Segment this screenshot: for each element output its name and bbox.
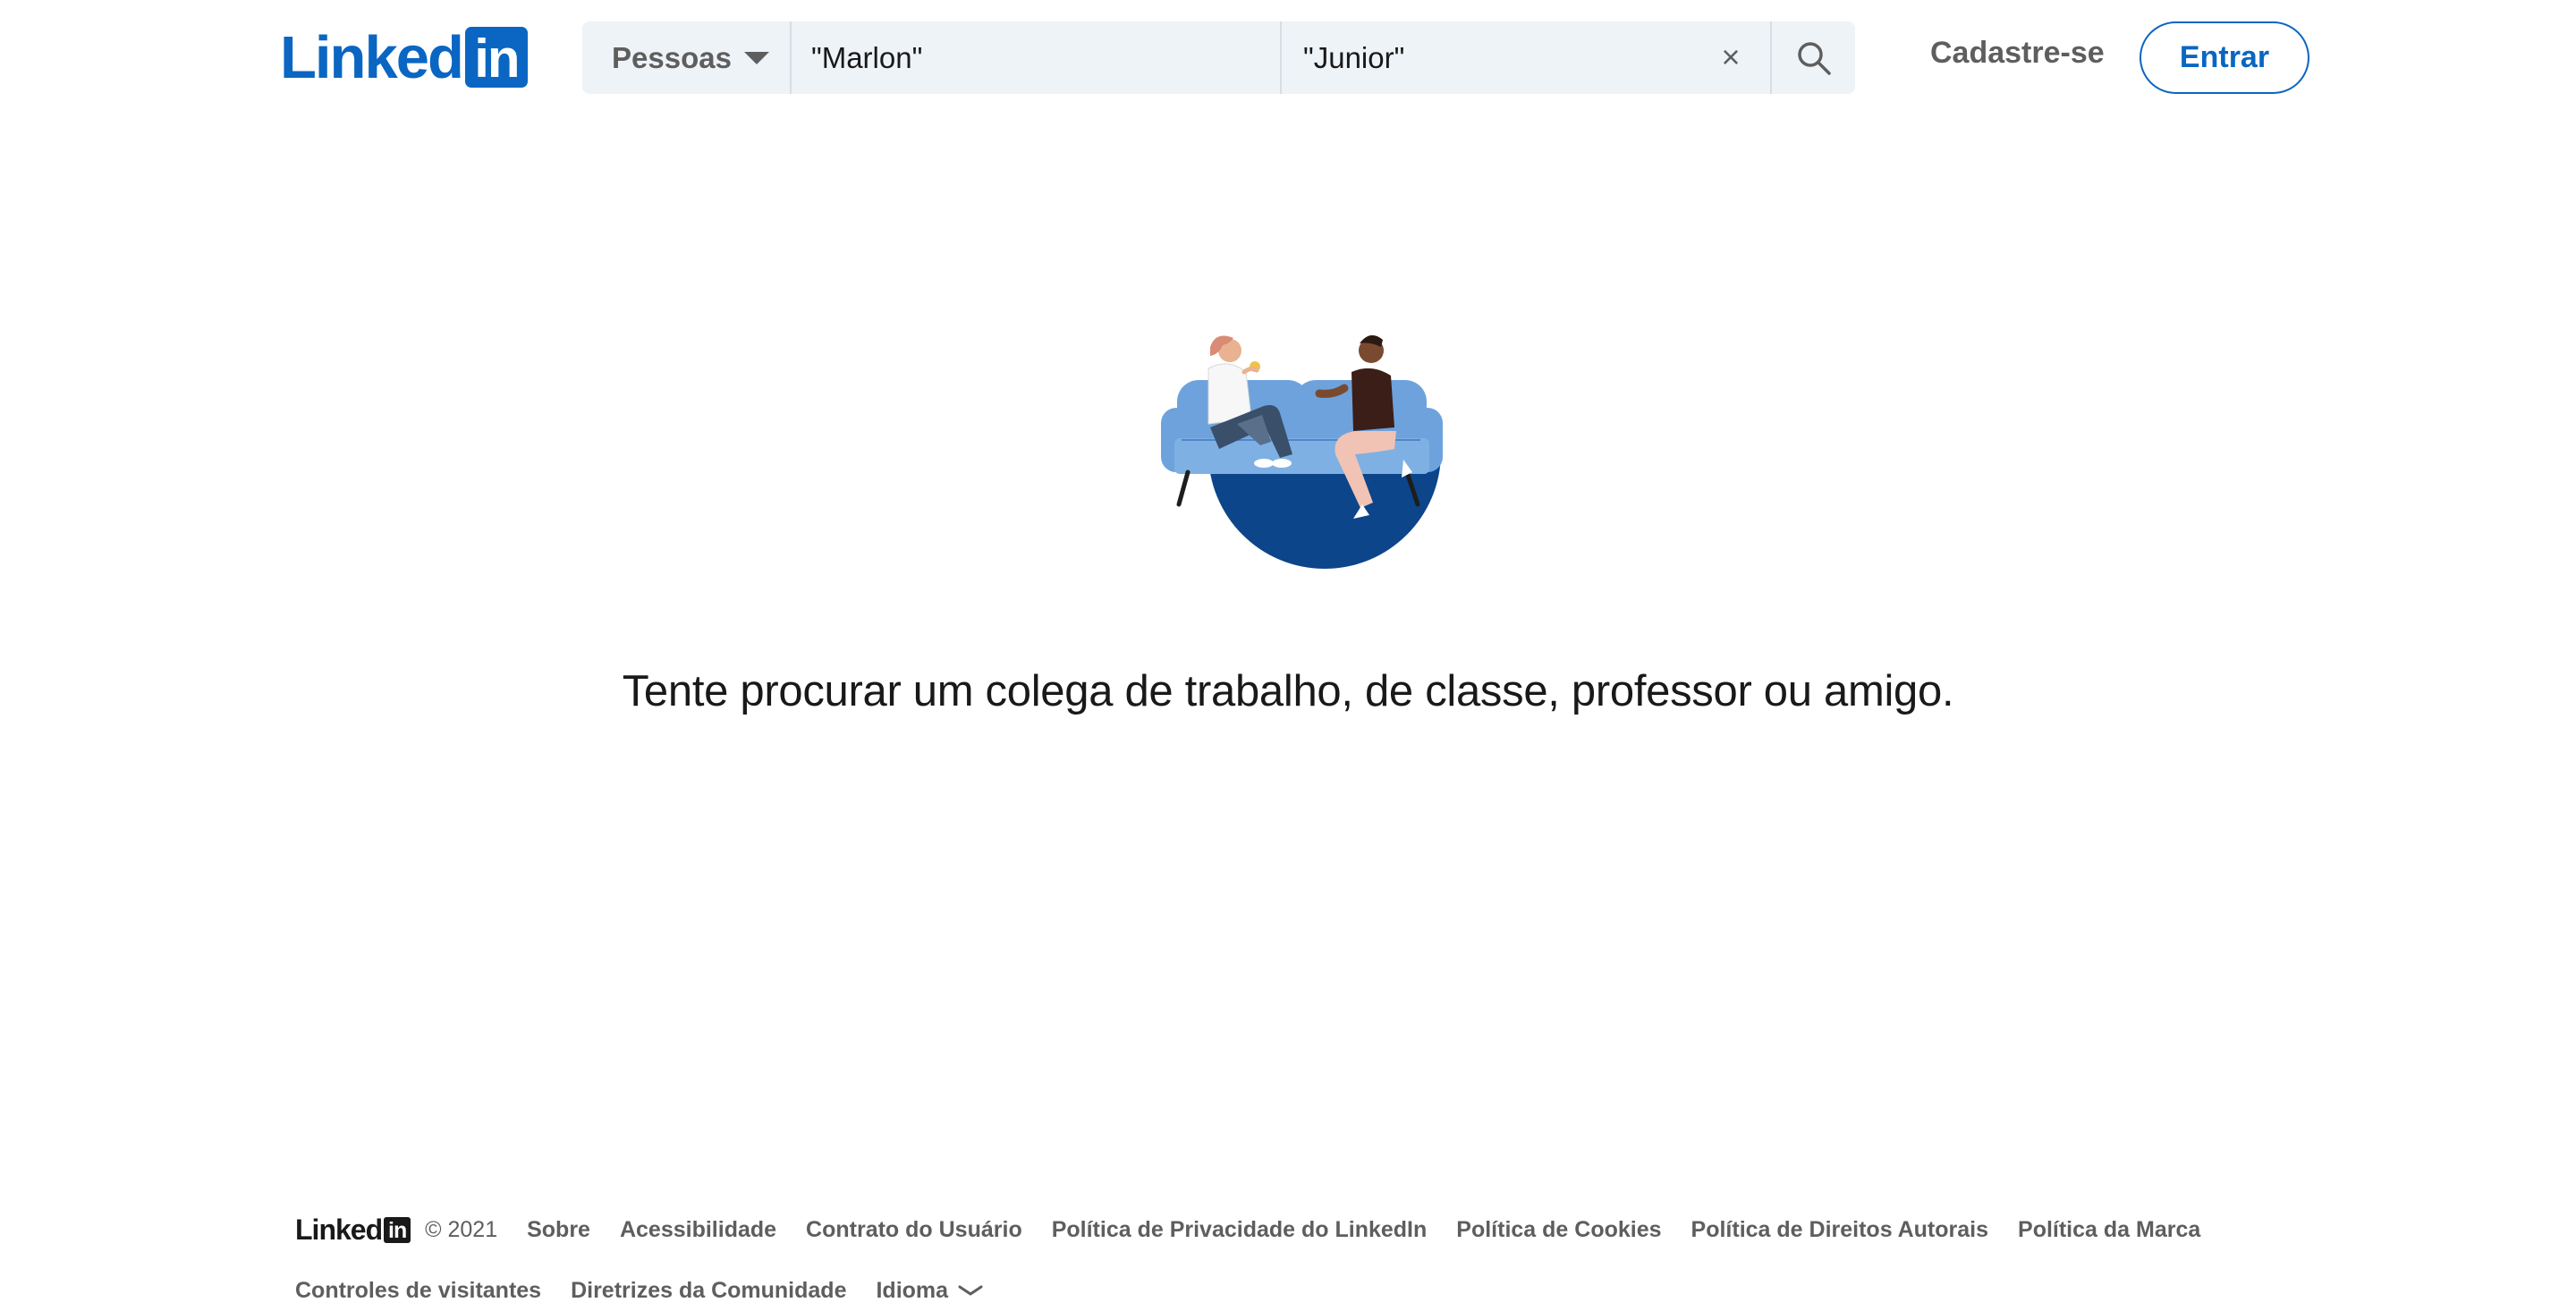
first-name-field-wrapper [792, 21, 1282, 94]
search-filter-dropdown[interactable]: Pessoas [582, 21, 792, 94]
footer-logo-wordmark: Linked [295, 1214, 383, 1246]
footer-linkedin-logo[interactable]: Linked in [295, 1215, 411, 1244]
footer-link-sobre[interactable]: Sobre [527, 1217, 590, 1243]
language-selector[interactable]: Idioma [876, 1278, 984, 1304]
footer-link-diretrizes[interactable]: Diretrizes da Comunidade [571, 1278, 846, 1304]
last-name-field-wrapper: × [1282, 21, 1772, 94]
people-on-sofa-illustration [1161, 334, 1443, 569]
footer: Linked in © 2021 Sobre Acessibilidade Co… [295, 1212, 2352, 1308]
chevron-down-icon [958, 1285, 983, 1296]
search-icon [1797, 41, 1831, 75]
empty-state-message: Tente procurar um colega de trabalho, de… [622, 667, 1954, 715]
linkedin-logo[interactable]: Linked in [280, 27, 528, 88]
first-name-input[interactable] [811, 40, 1280, 75]
signin-button[interactable]: Entrar [2140, 21, 2309, 94]
caret-down-icon [743, 51, 769, 64]
footer-link-cookies[interactable]: Política de Cookies [1456, 1217, 1661, 1243]
footer-link-contrato[interactable]: Contrato do Usuário [806, 1217, 1022, 1243]
copyright-text: © 2021 [425, 1216, 498, 1242]
footer-link-acessibilidade[interactable]: Acessibilidade [620, 1217, 776, 1243]
footer-row-2: Controles de visitantes Diretrizes da Co… [295, 1273, 2352, 1308]
signup-link[interactable]: Cadastre-se [1930, 36, 2105, 71]
footer-link-direitos-autorais[interactable]: Política de Direitos Autorais [1691, 1217, 1988, 1243]
header: Linked in Pessoas × Cadastre-se Entrar [0, 0, 2576, 116]
logo-wordmark: Linked [280, 23, 464, 91]
footer-logo-in-box: in [384, 1216, 411, 1243]
footer-link-marca[interactable]: Política da Marca [2018, 1217, 2200, 1243]
search-filter-label: Pessoas [612, 40, 732, 74]
people-search-bar: Pessoas × [582, 21, 1855, 94]
footer-row-1: Linked in © 2021 Sobre Acessibilidade Co… [295, 1212, 2352, 1248]
footer-link-privacidade[interactable]: Política de Privacidade do LinkedIn [1052, 1217, 1428, 1243]
search-button[interactable] [1772, 21, 1855, 94]
close-icon[interactable]: × [1715, 38, 1747, 75]
footer-link-controles-visitantes[interactable]: Controles de visitantes [295, 1278, 541, 1304]
language-label: Idioma [876, 1277, 949, 1303]
last-name-input[interactable] [1303, 40, 1752, 75]
logo-in-box: in [464, 27, 528, 88]
